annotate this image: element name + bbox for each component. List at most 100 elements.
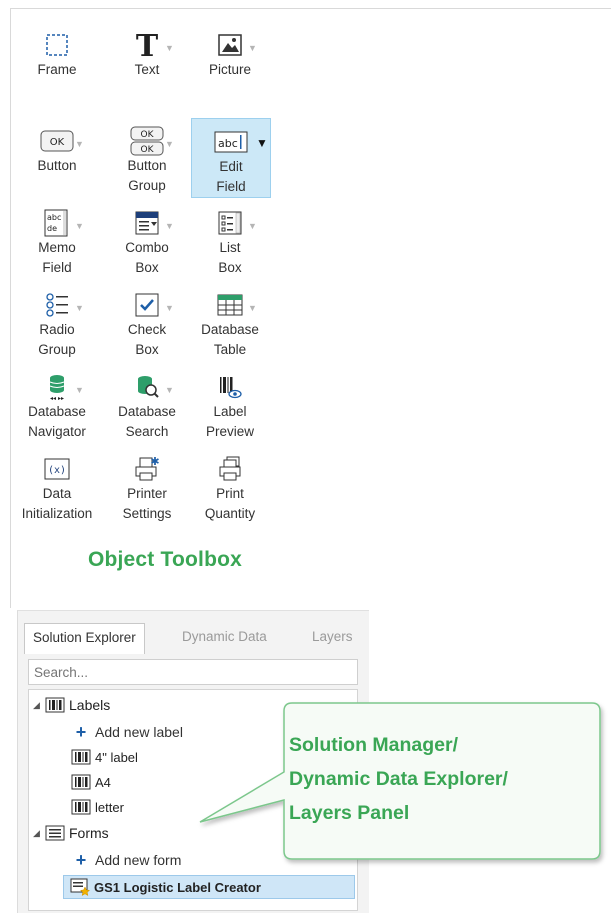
tool-data-initialization[interactable]: (x) Data Initialization [17, 446, 97, 526]
tree-group-label: Labels [69, 697, 111, 713]
check-box-icon [107, 288, 187, 322]
add-new-form-item[interactable]: + Add new form [29, 848, 357, 872]
tab-layers[interactable]: Layers [304, 623, 361, 653]
tool-radio-group[interactable]: ▼ Radio Group [17, 282, 97, 362]
form-star-icon [70, 878, 90, 896]
dropdown-arrow-icon[interactable]: ▼ [165, 298, 174, 318]
label-name: A4 [95, 774, 111, 790]
tool-button[interactable]: OK ▼ Button [17, 118, 97, 198]
tool-label-preview[interactable]: Label Preview [190, 364, 270, 444]
dropdown-arrow-icon[interactable]: ▼ [75, 298, 84, 318]
barcode-icon [71, 798, 91, 816]
toolbox-title: Object Toolbox [87, 548, 243, 571]
dropdown-arrow-icon[interactable]: ▼ [256, 133, 268, 153]
tool-database-table[interactable]: ▼ Database Table [190, 282, 270, 362]
panel-tabs: Solution Explorer Dynamic Data Layers [24, 623, 364, 654]
add-new-form-text: Add new form [95, 852, 182, 868]
database-navigator-icon: ◂◂ ▸▸ [17, 370, 97, 404]
svg-text:✱: ✱ [150, 455, 159, 468]
tool-label: Database Table [201, 322, 259, 357]
tool-label: List Box [218, 240, 242, 275]
tool-label: Data Initialization [21, 486, 93, 521]
tree-group-label: Forms [69, 825, 109, 841]
label-name: 4" label [95, 749, 138, 765]
text-icon: T [107, 28, 187, 62]
print-quantity-icon [190, 452, 270, 486]
barcode-icon [71, 773, 91, 791]
tool-list-box[interactable]: ▼ List Box [190, 200, 270, 280]
label-preview-icon [190, 370, 270, 404]
dropdown-arrow-icon[interactable]: ▼ [248, 298, 257, 318]
data-initialization-icon: (x) [17, 452, 97, 486]
tool-check-box[interactable]: ▼ Check Box [107, 282, 187, 362]
dropdown-arrow-icon[interactable]: ▼ [248, 216, 257, 236]
dropdown-arrow-icon[interactable]: ▼ [165, 216, 174, 236]
tab-dynamic-data[interactable]: Dynamic Data [174, 623, 275, 653]
callout-line: Layers Panel [289, 802, 410, 824]
printer-settings-icon: ✱ [107, 452, 187, 486]
plus-icon: + [75, 849, 87, 870]
svg-text:OK: OK [141, 130, 155, 140]
database-table-icon [190, 288, 270, 322]
database-search-icon [107, 370, 187, 404]
combo-box-icon [107, 206, 187, 240]
button-icon: OK [17, 124, 97, 158]
tool-label: Database Navigator [28, 404, 86, 439]
svg-text:◂◂ ▸▸: ◂◂ ▸▸ [50, 395, 64, 401]
expanded-caret-icon[interactable]: ◢ [33, 700, 45, 711]
callout-line: Dynamic Data Explorer/ [289, 768, 508, 790]
tool-label: Picture [208, 62, 252, 77]
tool-label: Label Preview [205, 404, 254, 439]
dropdown-arrow-icon[interactable]: ▼ [75, 216, 84, 236]
tool-combo-box[interactable]: ▼ Combo Box [107, 200, 187, 280]
picture-icon [190, 28, 270, 62]
tool-memo-field[interactable]: abc de ▼ Memo Field [17, 200, 97, 280]
tool-frame[interactable]: Frame [17, 22, 97, 102]
tool-edit-field[interactable]: abc ▼ Edit Field [191, 118, 271, 198]
tree-item-form-selected[interactable]: GS1 Logistic Label Creator [63, 875, 355, 899]
tool-printer-settings[interactable]: ✱ Printer Settings [107, 446, 187, 526]
callout-line: Solution Manager/ [289, 734, 459, 756]
tool-label: Radio Group [38, 322, 76, 357]
tool-text[interactable]: T ▼ Text [107, 22, 187, 102]
dropdown-arrow-icon[interactable]: ▼ [165, 134, 174, 154]
dropdown-arrow-icon[interactable]: ▼ [248, 38, 257, 58]
list-box-icon [190, 206, 270, 240]
dropdown-arrow-icon[interactable]: ▼ [165, 380, 174, 400]
radio-group-icon [17, 288, 97, 322]
button-group-icon: OK OK [107, 124, 187, 158]
tool-label: Edit Field [216, 159, 246, 194]
expanded-caret-icon[interactable]: ◢ [33, 828, 45, 839]
tab-solution-explorer[interactable]: Solution Explorer [24, 623, 145, 654]
barcode-icon [45, 696, 65, 714]
tool-database-navigator[interactable]: ◂◂ ▸▸ ▼ Database Navigator [17, 364, 97, 444]
add-new-label-text: Add new label [95, 724, 183, 740]
svg-text:OK: OK [141, 145, 155, 155]
frame-icon [17, 28, 97, 62]
tool-label: Button [37, 158, 77, 173]
svg-text:OK: OK [50, 137, 65, 148]
plus-icon: + [75, 721, 87, 742]
tool-label: Memo Field [38, 240, 76, 275]
form-name: GS1 Logistic Label Creator [94, 879, 261, 895]
svg-text:T: T [136, 30, 159, 60]
tool-print-quantity[interactable]: Print Quantity [190, 446, 270, 526]
dropdown-arrow-icon[interactable]: ▼ [165, 38, 174, 58]
memo-field-icon: abc de [17, 206, 97, 240]
svg-text:abc: abc [218, 137, 238, 150]
tool-picture[interactable]: ▼ Picture [190, 22, 270, 102]
label-name: letter [95, 799, 124, 815]
dropdown-arrow-icon[interactable]: ▼ [75, 380, 84, 400]
tool-label: Print Quantity [204, 486, 256, 521]
search-input[interactable] [28, 659, 358, 685]
dropdown-arrow-icon[interactable]: ▼ [75, 134, 84, 154]
tool-database-search[interactable]: ▼ Database Search [107, 364, 187, 444]
svg-text:de: de [47, 224, 57, 233]
svg-text:abc: abc [47, 213, 61, 222]
form-icon [45, 824, 65, 842]
tool-button-group[interactable]: OK OK ▼ Button Group [107, 118, 187, 198]
barcode-icon [71, 748, 91, 766]
tool-label: Frame [37, 62, 77, 77]
callout-text: Solution Manager/ Dynamic Data Explorer/… [289, 728, 599, 830]
tree-group-labels[interactable]: ◢ Labels [29, 693, 357, 717]
